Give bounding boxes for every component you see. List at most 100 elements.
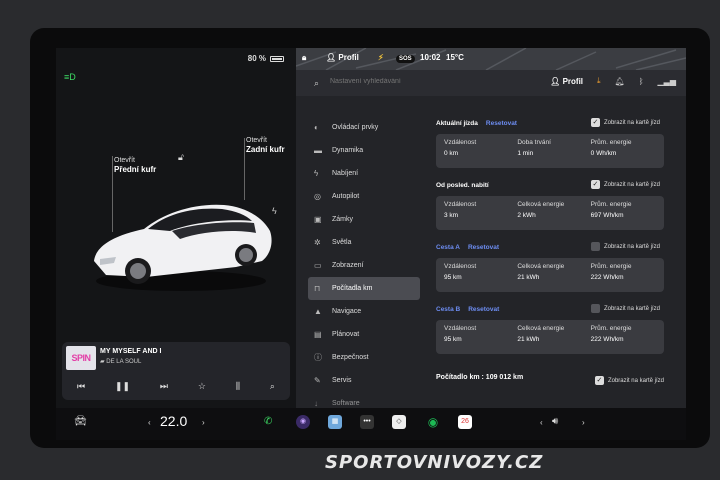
settings-menu: ◐ Ovládací prvky ▬ Dynamika ϟ Nabíjení ◎ Aut… — [308, 116, 420, 408]
trip-cell: Prům. energie 222 Wh/km — [591, 325, 664, 354]
menu-item-safety[interactable]: ⓘ Bezpečnost — [308, 346, 420, 369]
more-apps-icon[interactable]: ••• — [360, 415, 374, 429]
sos-badge[interactable]: SOS — [396, 55, 415, 63]
cell-key: Prům. energie — [590, 325, 632, 332]
temp-up-icon[interactable]: › — [202, 418, 205, 427]
toybox-icon[interactable]: ◇ — [392, 415, 406, 429]
checkbox-label: Zobrazit na kartě jízd — [603, 119, 660, 126]
cell-value: 222 Wh/km — [590, 274, 624, 281]
trip-cell: Celková energie 21 kWh — [517, 325, 590, 354]
favorite-star-icon[interactable]: ☆ — [198, 381, 206, 392]
battery-status: 80 % — [248, 54, 284, 63]
car-icon: ▬ — [314, 146, 322, 155]
menu-item-label: Nabíjení — [332, 170, 359, 177]
calendar-app-icon[interactable]: 26 — [458, 415, 472, 429]
pause-icon[interactable]: ❚❚ — [115, 381, 130, 392]
trip-card: Vzdálenost 0 km Doba trvání 1 min Prům. en… — [436, 134, 664, 168]
phone-icon[interactable]: ✆ — [264, 416, 272, 427]
trip-cell: Prům. energie 697 Wh/km — [591, 201, 664, 230]
checkbox-checked-icon: ✓ — [590, 180, 600, 189]
trip-section-current: Aktuální jízda Resetovat ✓ Zobrazit na ka… — [436, 116, 664, 178]
cell-key: Vzdálenost — [444, 325, 477, 332]
volume-up-icon[interactable]: › — [582, 418, 585, 427]
menu-item-autopilot[interactable]: ◎ Autopilot — [308, 185, 420, 208]
trip-title: Cesta B — [436, 305, 461, 313]
camera-icon[interactable]: ◉ — [296, 415, 310, 429]
front-trunk-button[interactable]: Otevřít Přední kufr — [114, 156, 156, 174]
temp-down-icon[interactable]: ‹ — [148, 418, 151, 427]
menu-item-software[interactable]: ↓ Software — [308, 392, 420, 408]
menu-item-controls[interactable]: ◐ Ovládací prvky — [308, 116, 420, 139]
lte-signal-icon: ▁▃▅ — [657, 76, 676, 86]
reset-button[interactable]: Resetovat — [486, 120, 517, 127]
cell-value: 1 min — [517, 150, 534, 157]
top-profile[interactable]: 👤︎ Profil — [326, 53, 359, 62]
reset-button[interactable]: Resetovat — [468, 306, 499, 313]
notification-bell-icon[interactable]: 🔔︎ — [615, 77, 625, 86]
show-on-card-checkbox[interactable]: ✓ Zobrazit na kartě jízd — [590, 118, 660, 127]
cell-key: Prům. energie — [590, 139, 632, 146]
menu-item-navigation[interactable]: ▲ Navigace — [308, 300, 420, 323]
media-search-icon[interactable]: ⌕ — [270, 381, 275, 392]
search-input[interactable] — [330, 78, 480, 85]
cabin-temperature[interactable]: 22.0 — [160, 413, 187, 429]
checkbox-unchecked-icon — [590, 304, 600, 313]
menu-item-lights[interactable]: ✲ Světla — [308, 231, 420, 254]
checkbox-checked-icon: ✓ — [594, 376, 604, 385]
menu-item-locks[interactable]: ▣ Zámky — [308, 208, 420, 231]
menu-item-label: Autopilot — [332, 193, 360, 200]
battery-percent: 80 % — [247, 54, 266, 63]
show-on-card-checkbox[interactable]: ✓ Zobrazit na kartě jízd — [590, 180, 660, 189]
previous-track-icon[interactable]: ⏮︎ — [77, 381, 85, 392]
menu-item-display[interactable]: ▭ Zobrazení — [308, 254, 420, 277]
spotify-icon[interactable]: ◉ — [426, 415, 440, 429]
front-trunk-label: Přední kufr — [114, 165, 157, 174]
checkbox-label: Zobrazit na kartě jízd — [603, 243, 660, 250]
artist-name: DE LA SOUL — [106, 359, 142, 365]
cell-value: 0 km — [444, 150, 459, 157]
volume-icon[interactable]: 🔊︎ — [552, 416, 558, 427]
trip-cell: Vzdálenost 95 km — [444, 325, 517, 354]
front-trunk-action: Otevřít — [114, 157, 136, 164]
menu-item-trips[interactable]: ⊓ Počítadla km — [308, 277, 420, 300]
reset-button[interactable]: Resetovat — [468, 244, 499, 251]
app-launcher-icon[interactable]: ▦ — [328, 415, 342, 429]
trip-cell: Vzdálenost 0 km — [444, 139, 517, 168]
media-player[interactable]: SPIN MY MYSELF AND I ▰ DE LA SOUL ⏮︎ ❚❚ … — [62, 342, 290, 400]
rear-trunk-action: Otevřít — [246, 137, 268, 144]
volume-down-icon[interactable]: ‹ — [540, 418, 543, 427]
menu-item-service[interactable]: ✎ Servis — [308, 369, 420, 392]
bluetooth-icon[interactable]: ᛒ — [639, 77, 644, 86]
cell-key: Doba trvání — [517, 139, 551, 146]
show-on-card-checkbox[interactable]: Zobrazit na kartě jízd — [590, 242, 660, 251]
touchscreen: 80 % ≡D Otevřít Přední kufr Otevřít Zadn… — [56, 48, 686, 408]
trip-cell: Prům. energie 222 Wh/km — [591, 263, 664, 292]
media-controls: ⏮︎ ❚❚ ⏭︎ ☆ ⫼ ⌕ — [62, 376, 290, 396]
menu-item-dynamics[interactable]: ▬ Dynamika — [308, 139, 420, 162]
menu-item-schedule[interactable]: ▤ Plánovat — [308, 323, 420, 346]
checkbox-label: Zobrazit na kartě jízd — [603, 181, 660, 188]
cell-key: Celková energie — [517, 325, 565, 332]
trip-cell: Prům. energie 0 Wh/km — [591, 139, 664, 168]
unlock-icon[interactable]: 🔓︎ — [178, 152, 184, 163]
show-on-card-checkbox[interactable]: Zobrazit na kartě jízd — [590, 304, 660, 313]
rear-trunk-button[interactable]: Otevřít Zadní kufr — [246, 136, 285, 154]
menu-item-label: Bezpečnost — [332, 354, 369, 361]
equalizer-icon[interactable]: ⫼ — [236, 381, 240, 392]
menu-item-charging[interactable]: ϟ Nabíjení — [308, 162, 420, 185]
top-profile-label: Profil — [338, 53, 359, 62]
cell-value: 697 Wh/km — [590, 212, 624, 219]
cell-key: Vzdálenost — [444, 263, 477, 270]
track-title: MY MYSELF AND I — [100, 348, 162, 355]
car-pane: 80 % ≡D Otevřít Přední kufr Otevřít Zadn… — [56, 48, 296, 408]
odometer-show-checkbox[interactable]: ✓ Zobrazit na kartě jízd — [594, 376, 664, 385]
download-update-icon[interactable]: ⤓ — [597, 76, 601, 86]
next-track-icon[interactable]: ⏭︎ — [160, 381, 168, 392]
cell-key: Vzdálenost — [444, 201, 477, 208]
download-icon: ↓ — [314, 399, 318, 408]
menu-item-label: Zámky — [332, 216, 353, 223]
steering-icon: ◎ — [314, 192, 321, 201]
header-profile-button[interactable]: 👤︎ Profil — [550, 77, 583, 86]
car-icon[interactable]: 🚘︎ — [74, 416, 87, 427]
header-icons: 👤︎ Profil ⤓ 🔔︎ ᛒ ▁▃▅ — [550, 76, 676, 86]
